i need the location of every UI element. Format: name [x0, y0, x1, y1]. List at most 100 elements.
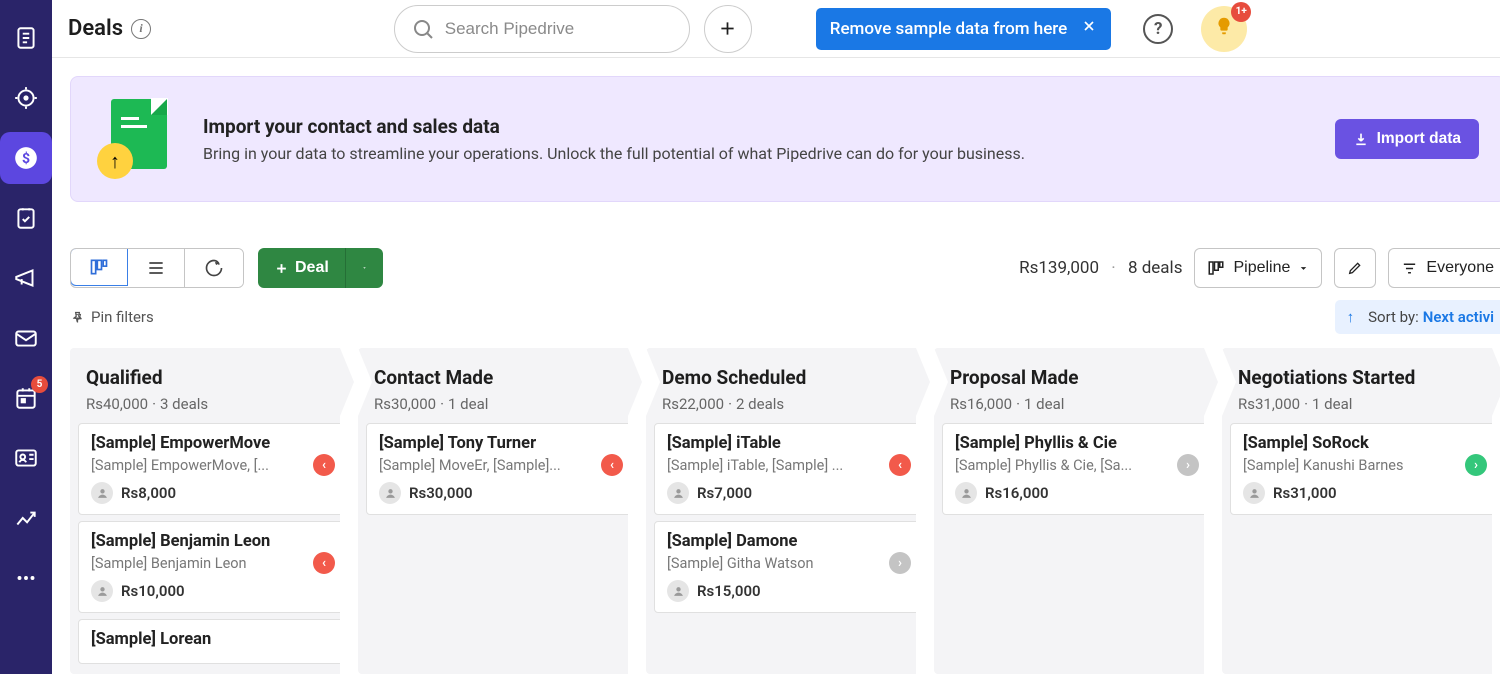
- info-icon[interactable]: i: [131, 19, 151, 39]
- column-count: 1 deal: [1024, 395, 1064, 413]
- import-button-label: Import data: [1377, 130, 1461, 148]
- deal-card[interactable]: [Sample] Benjamin Leon [Sample] Benjamin…: [78, 521, 346, 613]
- plus-icon: [717, 18, 738, 39]
- deals-summary: Rs139,000 · 8 deals: [1019, 258, 1182, 278]
- pipeline-icon: [1207, 259, 1225, 277]
- pin-icon: [70, 310, 85, 325]
- deal-amount: Rs8,000: [121, 484, 176, 502]
- arrow-up-icon: ↑: [1347, 308, 1355, 326]
- deal-amount: Rs7,000: [697, 484, 752, 502]
- column-title: Qualified: [86, 366, 338, 389]
- avatar-icon: [379, 482, 401, 504]
- plus-icon: [274, 261, 289, 276]
- deal-amount: Rs30,000: [409, 484, 473, 502]
- view-pipeline[interactable]: [70, 248, 128, 286]
- nav-item-leads[interactable]: [0, 12, 52, 64]
- column-value: Rs22,000: [662, 395, 724, 413]
- toolbar: Deal Rs139,000 · 8 deals Pipeline: [70, 248, 1500, 288]
- deal-title: [Sample] SoRock: [1243, 434, 1485, 453]
- deal-amount: Rs10,000: [121, 582, 185, 600]
- nav-item-activities[interactable]: [0, 192, 52, 244]
- deal-title: [Sample] Phyllis & Cie: [955, 434, 1197, 453]
- search-box[interactable]: [394, 5, 690, 53]
- import-icon: ↑: [97, 99, 177, 179]
- pipeline-column: Contact MadeRs30,000·1 deal [Sample] Ton…: [358, 348, 642, 674]
- search-input[interactable]: [445, 19, 673, 39]
- remove-sample-label: Remove sample data from here: [830, 19, 1068, 39]
- add-deal-button[interactable]: Deal: [258, 248, 345, 288]
- status-badge-red: ‹: [889, 454, 911, 476]
- remove-sample-pill[interactable]: Remove sample data from here: [816, 8, 1112, 50]
- column-count: 3 deals: [160, 395, 208, 413]
- deal-title: [Sample] Damone: [667, 532, 909, 551]
- column-value: Rs30,000: [374, 395, 436, 413]
- add-deal-label: Deal: [295, 259, 329, 277]
- avatar-icon: [667, 580, 689, 602]
- deal-card[interactable]: [Sample] Damone [Sample] Githa Watson Rs…: [654, 521, 922, 613]
- avatar-icon: [1243, 482, 1265, 504]
- promo-desc: Bring in your data to streamline your op…: [203, 144, 1025, 163]
- pin-filters[interactable]: Pin filters: [70, 308, 154, 326]
- kanban-board: QualifiedRs40,000·3 deals [Sample] Empow…: [70, 348, 1500, 674]
- import-promo: ↑ Import your contact and sales data Bri…: [70, 76, 1500, 202]
- sort-chip[interactable]: ↑ Sort by: Next activi: [1335, 300, 1500, 334]
- avatar-icon: [91, 482, 113, 504]
- content: ↑ Import your contact and sales data Bri…: [52, 58, 1500, 674]
- deal-card[interactable]: [Sample] iTable [Sample] iTable, [Sample…: [654, 423, 922, 515]
- subbar: Pin filters ↑ Sort by: Next activi: [70, 300, 1500, 334]
- column-count: 2 deals: [736, 395, 784, 413]
- bulb-badge: 1+: [1231, 2, 1251, 22]
- nav-item-more[interactable]: [0, 552, 52, 604]
- pipeline-column: QualifiedRs40,000·3 deals [Sample] Empow…: [70, 348, 354, 674]
- status-badge-gray: ›: [889, 552, 911, 574]
- deal-card[interactable]: [Sample] Lorean: [78, 619, 346, 664]
- avatar-icon: [91, 580, 113, 602]
- filter-label: Everyone: [1426, 259, 1494, 277]
- deal-subtitle: [Sample] Phyllis & Cie, [Sa...: [955, 457, 1197, 474]
- close-icon[interactable]: [1081, 18, 1097, 39]
- pipeline-selector[interactable]: Pipeline: [1194, 248, 1322, 288]
- deal-title: [Sample] Tony Turner: [379, 434, 621, 453]
- view-switcher: [70, 248, 244, 288]
- total-value: Rs139,000: [1019, 258, 1099, 278]
- nav-item-mail[interactable]: [0, 312, 52, 364]
- deal-subtitle: [Sample] Githa Watson: [667, 555, 909, 572]
- avatar-icon: [955, 482, 977, 504]
- sidebar: $ 5: [0, 0, 52, 674]
- deal-amount: Rs16,000: [985, 484, 1049, 502]
- pipeline-column: Proposal MadeRs16,000·1 deal [Sample] Ph…: [934, 348, 1218, 674]
- deal-count: 8 deals: [1128, 258, 1183, 278]
- pipeline-label: Pipeline: [1233, 259, 1290, 277]
- deal-card[interactable]: [Sample] SoRock [Sample] Kanushi Barnes …: [1230, 423, 1498, 515]
- import-data-button[interactable]: Import data: [1335, 119, 1479, 159]
- filter-selector[interactable]: Everyone: [1388, 248, 1500, 288]
- deal-card[interactable]: [Sample] Phyllis & Cie [Sample] Phyllis …: [942, 423, 1210, 515]
- add-deal-dropdown[interactable]: [345, 248, 383, 288]
- nav-item-insights[interactable]: [0, 492, 52, 544]
- suggestion-button[interactable]: 1+: [1201, 6, 1247, 52]
- deal-card[interactable]: [Sample] Tony Turner [Sample] MoveEr, [S…: [366, 423, 634, 515]
- promo-title: Import your contact and sales data: [203, 115, 1025, 138]
- column-title: Negotiations Started: [1238, 366, 1490, 389]
- column-title: Proposal Made: [950, 366, 1202, 389]
- edit-pipeline-button[interactable]: [1334, 248, 1376, 288]
- view-list[interactable]: [127, 249, 185, 287]
- deal-title: [Sample] Benjamin Leon: [91, 532, 333, 551]
- help-button[interactable]: ?: [1143, 14, 1173, 44]
- nav-item-calendar[interactable]: 5: [0, 372, 52, 424]
- view-forecast[interactable]: [185, 249, 243, 287]
- download-icon: [1353, 131, 1369, 147]
- avatar-icon: [667, 482, 689, 504]
- add-button[interactable]: [704, 5, 752, 53]
- nav-item-campaigns[interactable]: [0, 252, 52, 304]
- nav-item-contacts[interactable]: [0, 432, 52, 484]
- deal-card[interactable]: [Sample] EmpowerMove [Sample] EmpowerMov…: [78, 423, 346, 515]
- column-count: 1 deal: [448, 395, 488, 413]
- nav-item-focus[interactable]: [0, 72, 52, 124]
- status-badge-green: ›: [1465, 454, 1487, 476]
- nav-item-deals[interactable]: $: [0, 132, 52, 184]
- sort-value: Next activi: [1423, 308, 1494, 326]
- chevron-down-icon: [362, 262, 367, 274]
- deal-subtitle: [Sample] Kanushi Barnes: [1243, 457, 1485, 474]
- status-badge-red: ‹: [601, 454, 623, 476]
